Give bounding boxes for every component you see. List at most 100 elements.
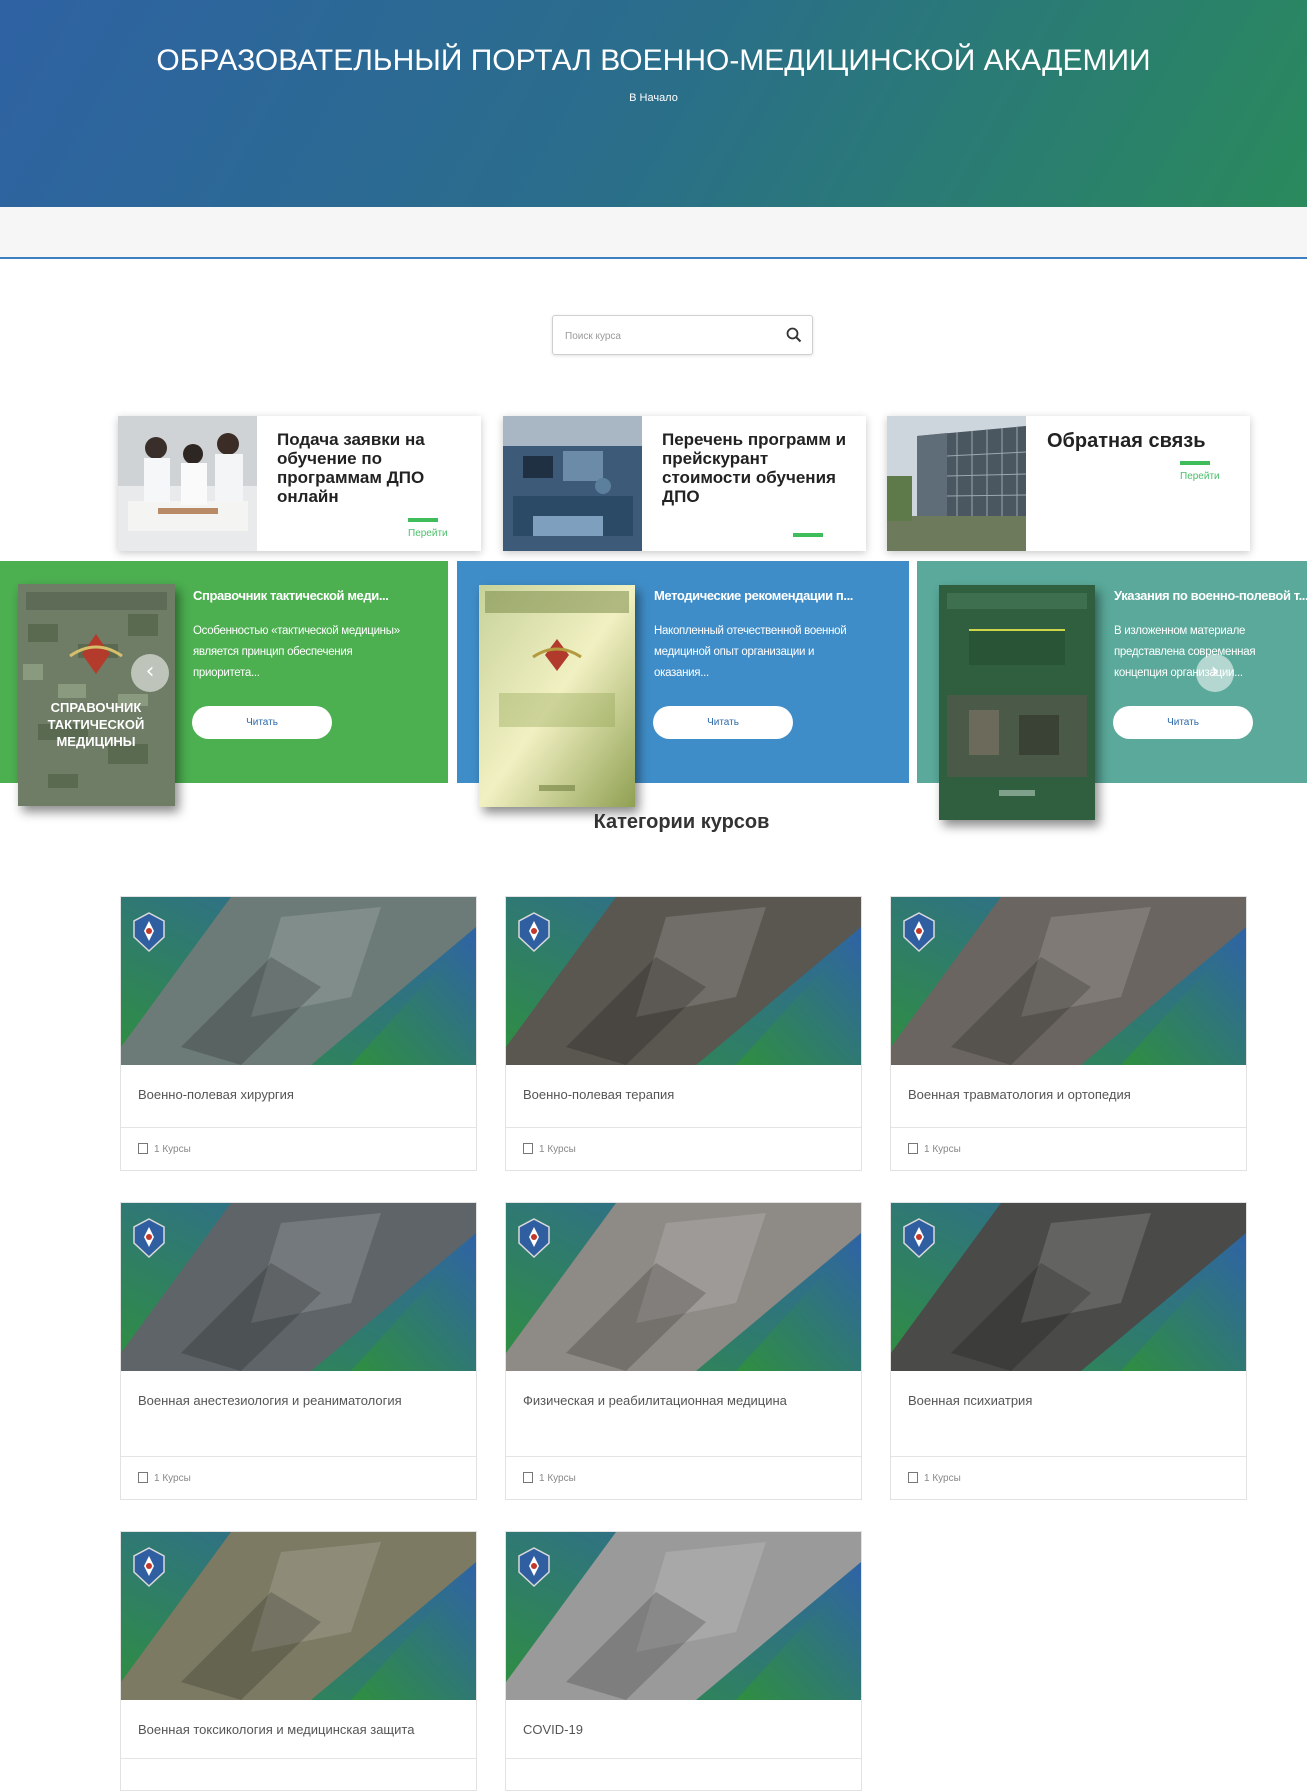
book-cover-tactical-medicine: СПРАВОЧНИК ТАКТИЧЕСКОЙ МЕДИЦИНЫ [18, 584, 175, 806]
course-count-label: 1 Курсы [539, 1473, 576, 1484]
search-icon[interactable] [785, 326, 803, 344]
academy-emblem-icon [903, 1218, 935, 1259]
slide-description: Особенностью «тактической медицины» явля… [193, 625, 400, 679]
category-card[interactable]: COVID-19 [505, 1531, 862, 1791]
svg-text:ТАКТИЧЕСКОЙ: ТАКТИЧЕСКОЙ [48, 717, 145, 732]
quick-link-dpo-application[interactable]: Подача заявки на обучение по программам … [118, 416, 481, 551]
slide-field-therapy: Указания по военно-полевой т... В изложе… [917, 561, 1307, 820]
category-name: Военно-полевая терапия [523, 1087, 675, 1102]
category-card[interactable]: Военно-полевая терапия 1 Курсы [505, 896, 862, 1171]
categories-heading: Категории курсов [593, 811, 770, 833]
slide-methodical-recommendations: Методические рекомендации п... Накопленн… [457, 561, 909, 807]
course-count-icon [138, 1472, 148, 1483]
category-image [891, 897, 1246, 1065]
course-count-icon [908, 1472, 918, 1483]
category-image [506, 1532, 861, 1700]
accent-underline [793, 533, 823, 537]
book-cover-field-therapy [939, 585, 1095, 820]
course-search [552, 315, 813, 355]
page-header: ОБРАЗОВАТЕЛЬНЫЙ ПОРТАЛ ВОЕННО-МЕДИЦИНСКО… [0, 0, 1307, 207]
accent-underline [1180, 461, 1210, 465]
course-count-label: 1 Курсы [154, 1144, 191, 1155]
category-name: COVID-19 [523, 1722, 583, 1737]
slider-prev-button[interactable]: ‹ [131, 654, 169, 692]
course-count-icon [523, 1472, 533, 1483]
quick-link-price-list[interactable]: Перечень программ и прейскурант стоимост… [503, 416, 866, 551]
course-count: 1 Курсы [138, 1143, 191, 1155]
academy-emblem-icon [903, 912, 935, 953]
course-count-icon [908, 1143, 918, 1154]
slide-title: Методические рекомендации п... [654, 588, 854, 603]
book-cover-methodical-recommendations [479, 585, 635, 807]
course-count-label: 1 Курсы [539, 1144, 576, 1155]
course-count: 1 Курсы [908, 1143, 961, 1155]
course-count: 1 Курсы [138, 1472, 191, 1484]
card-divider [506, 1456, 861, 1457]
svg-text:СПРАВОЧНИК: СПРАВОЧНИК [51, 700, 142, 715]
slide-title: Указания по военно-полевой т... [1114, 588, 1307, 603]
category-name: Военная анестезиология и реаниматология [138, 1393, 402, 1408]
search-input[interactable] [565, 326, 770, 346]
academy-emblem-icon [133, 1218, 165, 1259]
category-name: Военная токсикология и медицинская защит… [138, 1722, 415, 1737]
course-count-label: 1 Курсы [924, 1144, 961, 1155]
sub-navigation-bar [0, 207, 1307, 259]
category-image [121, 897, 476, 1065]
breadcrumb[interactable]: В Начало [0, 92, 1307, 104]
read-button[interactable]: Читать [653, 706, 793, 739]
category-card[interactable]: Военная токсикология и медицинская защит… [120, 1531, 477, 1791]
category-image [121, 1532, 476, 1700]
card-divider [121, 1758, 476, 1759]
quick-link-go[interactable]: Перейти [1180, 471, 1220, 482]
category-name: Военно-полевая хирургия [138, 1087, 294, 1102]
category-image [506, 1203, 861, 1371]
academy-emblem-icon [518, 1547, 550, 1588]
slider-next-button[interactable]: › [1196, 654, 1234, 692]
course-count: 1 Курсы [523, 1143, 576, 1155]
card-divider [891, 1456, 1246, 1457]
quick-link-go[interactable]: Перейти [408, 528, 448, 539]
category-card[interactable]: Физическая и реабилитационная медицина 1 … [505, 1202, 862, 1500]
category-image [121, 1203, 476, 1371]
card-divider [506, 1758, 861, 1759]
category-card[interactable]: Военная травматология и ортопедия 1 Курсы [890, 896, 1247, 1171]
slide-description: Накопленный отечественной военной медици… [654, 625, 847, 679]
quick-link-title: Обратная связь [1047, 430, 1206, 452]
read-button[interactable]: Читать [1113, 706, 1253, 739]
category-name: Военная психиатрия [908, 1393, 1033, 1408]
svg-text:МЕДИЦИНЫ: МЕДИЦИНЫ [56, 734, 135, 749]
quick-link-feedback[interactable]: Обратная связь Перейти [887, 416, 1250, 551]
course-count-label: 1 Курсы [154, 1473, 191, 1484]
chevron-left-icon: ‹ [145, 659, 155, 684]
category-name: Физическая и реабилитационная медицина [523, 1393, 787, 1408]
category-image [506, 897, 861, 1065]
accent-underline [408, 518, 438, 522]
category-card[interactable]: Военная психиатрия 1 Курсы [890, 1202, 1247, 1500]
operating-room-photo [503, 416, 642, 551]
course-count: 1 Курсы [908, 1472, 961, 1484]
category-card[interactable]: Военная анестезиология и реаниматология 1… [120, 1202, 477, 1500]
card-divider [506, 1127, 861, 1128]
slide-tactical-medicine: СПРАВОЧНИК ТАКТИЧЕСКОЙ МЕДИЦИНЫ Справочн… [0, 561, 448, 806]
quick-link-title: Подача заявки на обучение по программам … [277, 430, 425, 506]
category-name: Военная травматология и ортопедия [908, 1087, 1131, 1102]
category-card[interactable]: Военно-полевая хирургия 1 Курсы [120, 896, 477, 1171]
academy-building-photo [887, 416, 1026, 551]
card-divider [121, 1456, 476, 1457]
slide-title: Справочник тактической меди... [193, 588, 389, 603]
card-divider [121, 1127, 476, 1128]
page-title: ОБРАЗОВАТЕЛЬНЫЙ ПОРТАЛ ВОЕННО-МЕДИЦИНСКО… [156, 44, 1151, 77]
course-count-icon [138, 1143, 148, 1154]
card-divider [891, 1127, 1246, 1128]
category-image [891, 1203, 1246, 1371]
academy-emblem-icon [518, 912, 550, 953]
course-count: 1 Курсы [523, 1472, 576, 1484]
read-button[interactable]: Читать [192, 706, 332, 739]
academy-emblem-icon [133, 1547, 165, 1588]
lab-students-photo [118, 416, 257, 551]
course-count-icon [523, 1143, 533, 1154]
chevron-right-icon: › [1210, 659, 1220, 684]
academy-emblem-icon [133, 912, 165, 953]
course-count-label: 1 Курсы [924, 1473, 961, 1484]
quick-link-title: Перечень программ и прейскурант стоимост… [662, 430, 847, 506]
